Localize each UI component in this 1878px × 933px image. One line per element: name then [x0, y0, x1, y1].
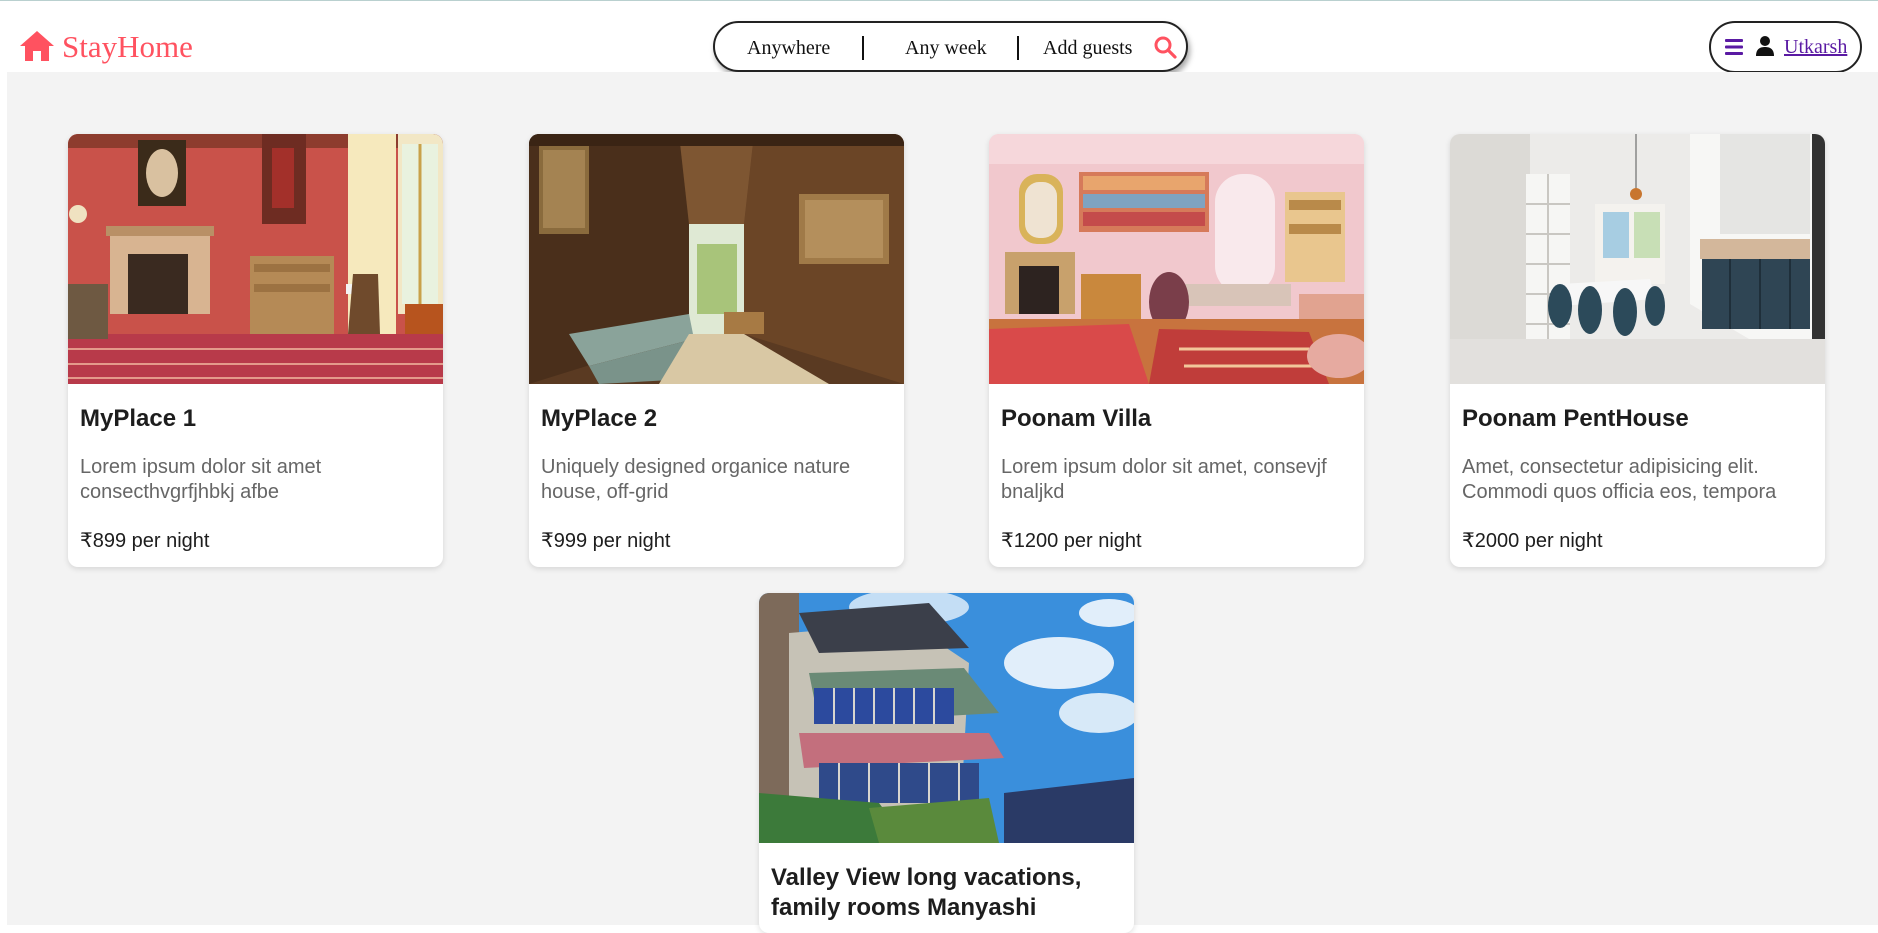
- listing-price: ₹2000 per night: [1462, 530, 1603, 552]
- home-icon: [20, 31, 54, 61]
- brand-logo-link[interactable]: StayHome: [19, 26, 193, 66]
- search-week-button[interactable]: Any week: [905, 35, 987, 61]
- search-icon[interactable]: [1153, 35, 1177, 59]
- listing-description: Uniquely designed organice nature house,…: [541, 456, 851, 503]
- listing-image: [759, 593, 1134, 843]
- listing-image: [989, 134, 1364, 384]
- listing-image: [68, 134, 443, 384]
- listing-card[interactable]: MyPlace 1 Lorem ipsum dolor sit amet con…: [68, 134, 443, 567]
- listing-price: ₹899 per night: [80, 530, 210, 552]
- listing-title: Poonam PentHouse: [1462, 405, 1689, 432]
- user-icon: [1756, 36, 1774, 56]
- listing-description: Amet, consectetur adipisicing elit. Comm…: [1462, 456, 1777, 503]
- listings-area: MyPlace 1 Lorem ipsum dolor sit amet con…: [7, 72, 1878, 933]
- listing-card[interactable]: Valley View long vacations, family rooms…: [759, 593, 1134, 933]
- search-divider: [1017, 36, 1019, 60]
- username-link[interactable]: Utkarsh: [1784, 35, 1847, 59]
- listing-image: [529, 134, 904, 384]
- listing-description: Lorem ipsum dolor sit amet consecthvgrfj…: [80, 456, 322, 503]
- listing-image: [1450, 134, 1825, 384]
- hamburger-menu-icon[interactable]: [1724, 38, 1744, 56]
- search-guests-button[interactable]: Add guests: [1043, 35, 1132, 61]
- search-divider: [862, 36, 864, 60]
- search-bar[interactable]: Anywhere Any week Add guests: [713, 21, 1188, 72]
- brand-name: StayHome: [62, 28, 193, 64]
- navbar: StayHome Anywhere Any week Add guests Ut…: [0, 1, 1878, 73]
- listing-title: MyPlace 1: [80, 405, 197, 432]
- listing-card[interactable]: Poonam Villa Lorem ipsum dolor sit amet,…: [989, 134, 1364, 567]
- listing-title: Valley View long vacations, family rooms…: [771, 864, 1082, 921]
- listing-description: Lorem ipsum dolor sit amet, consevjf bna…: [1001, 456, 1327, 503]
- listing-title: Poonam Villa: [1001, 405, 1152, 432]
- listing-price: ₹1200 per night: [1001, 530, 1142, 552]
- search-anywhere-button[interactable]: Anywhere: [747, 35, 830, 61]
- user-menu[interactable]: Utkarsh: [1709, 21, 1862, 73]
- listing-price: ₹999 per night: [541, 530, 671, 552]
- listing-title: MyPlace 2: [541, 405, 658, 432]
- listing-card[interactable]: MyPlace 2 Uniquely designed organice nat…: [529, 134, 904, 567]
- listing-card[interactable]: Poonam PentHouse Amet, consectetur adipi…: [1450, 134, 1825, 567]
